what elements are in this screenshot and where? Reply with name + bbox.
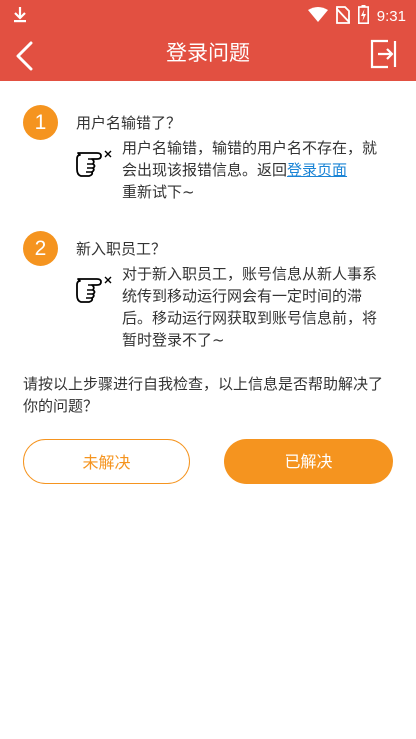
answer-tail: 重新试下~ bbox=[122, 183, 195, 201]
self-check-prompt: 请按以上步骤进行自我检查，以上信息是否帮助解决了你的问题？ bbox=[23, 375, 384, 415]
question-number-badge: 1 bbox=[23, 105, 58, 140]
page-title: 登录问题 bbox=[166, 41, 250, 65]
question-title: 用户名输错了？ bbox=[76, 114, 182, 132]
answer-text: 用户名输错，输错的用户名不存在，就会出现该报错信息。返回登录页面 重新试下~ bbox=[122, 137, 384, 203]
status-time: 9:31 bbox=[376, 8, 406, 25]
solved-button[interactable]: 已解决 bbox=[224, 439, 393, 484]
answer-text: 对于新入职员工，账号信息从新人事系统传到移动运行网会有一定时间的滞后。移动运行网… bbox=[122, 265, 378, 349]
no-sim-icon bbox=[335, 5, 351, 28]
login-page-link[interactable]: 登录页面 bbox=[287, 161, 347, 179]
question-number-badge: 2 bbox=[23, 231, 58, 266]
pointing-hand-icon bbox=[75, 139, 113, 179]
question-title: 新入职员工？ bbox=[76, 240, 167, 258]
battery-icon bbox=[357, 5, 369, 28]
back-arrow-icon bbox=[16, 41, 33, 71]
unsolved-button[interactable]: 未解决 bbox=[23, 439, 190, 484]
app-bar: 登录问题 bbox=[0, 30, 416, 81]
pointing-hand-icon bbox=[75, 265, 113, 305]
status-bar: 9:31 bbox=[0, 0, 416, 30]
back-button[interactable] bbox=[10, 39, 42, 71]
question-item: 1 用户名输错了？ 用户名输错，输错的用户名不存在，就会出现该报错信息。返回登录… bbox=[23, 105, 393, 205]
exit-icon bbox=[370, 39, 397, 69]
wifi-icon bbox=[307, 6, 328, 27]
download-icon bbox=[12, 6, 28, 28]
exit-button[interactable] bbox=[368, 38, 400, 70]
question-item: 2 新入职员工？ 对于新入职员工，账号信息从新人事系统传到移动运行网会有一定时间… bbox=[23, 231, 393, 351]
